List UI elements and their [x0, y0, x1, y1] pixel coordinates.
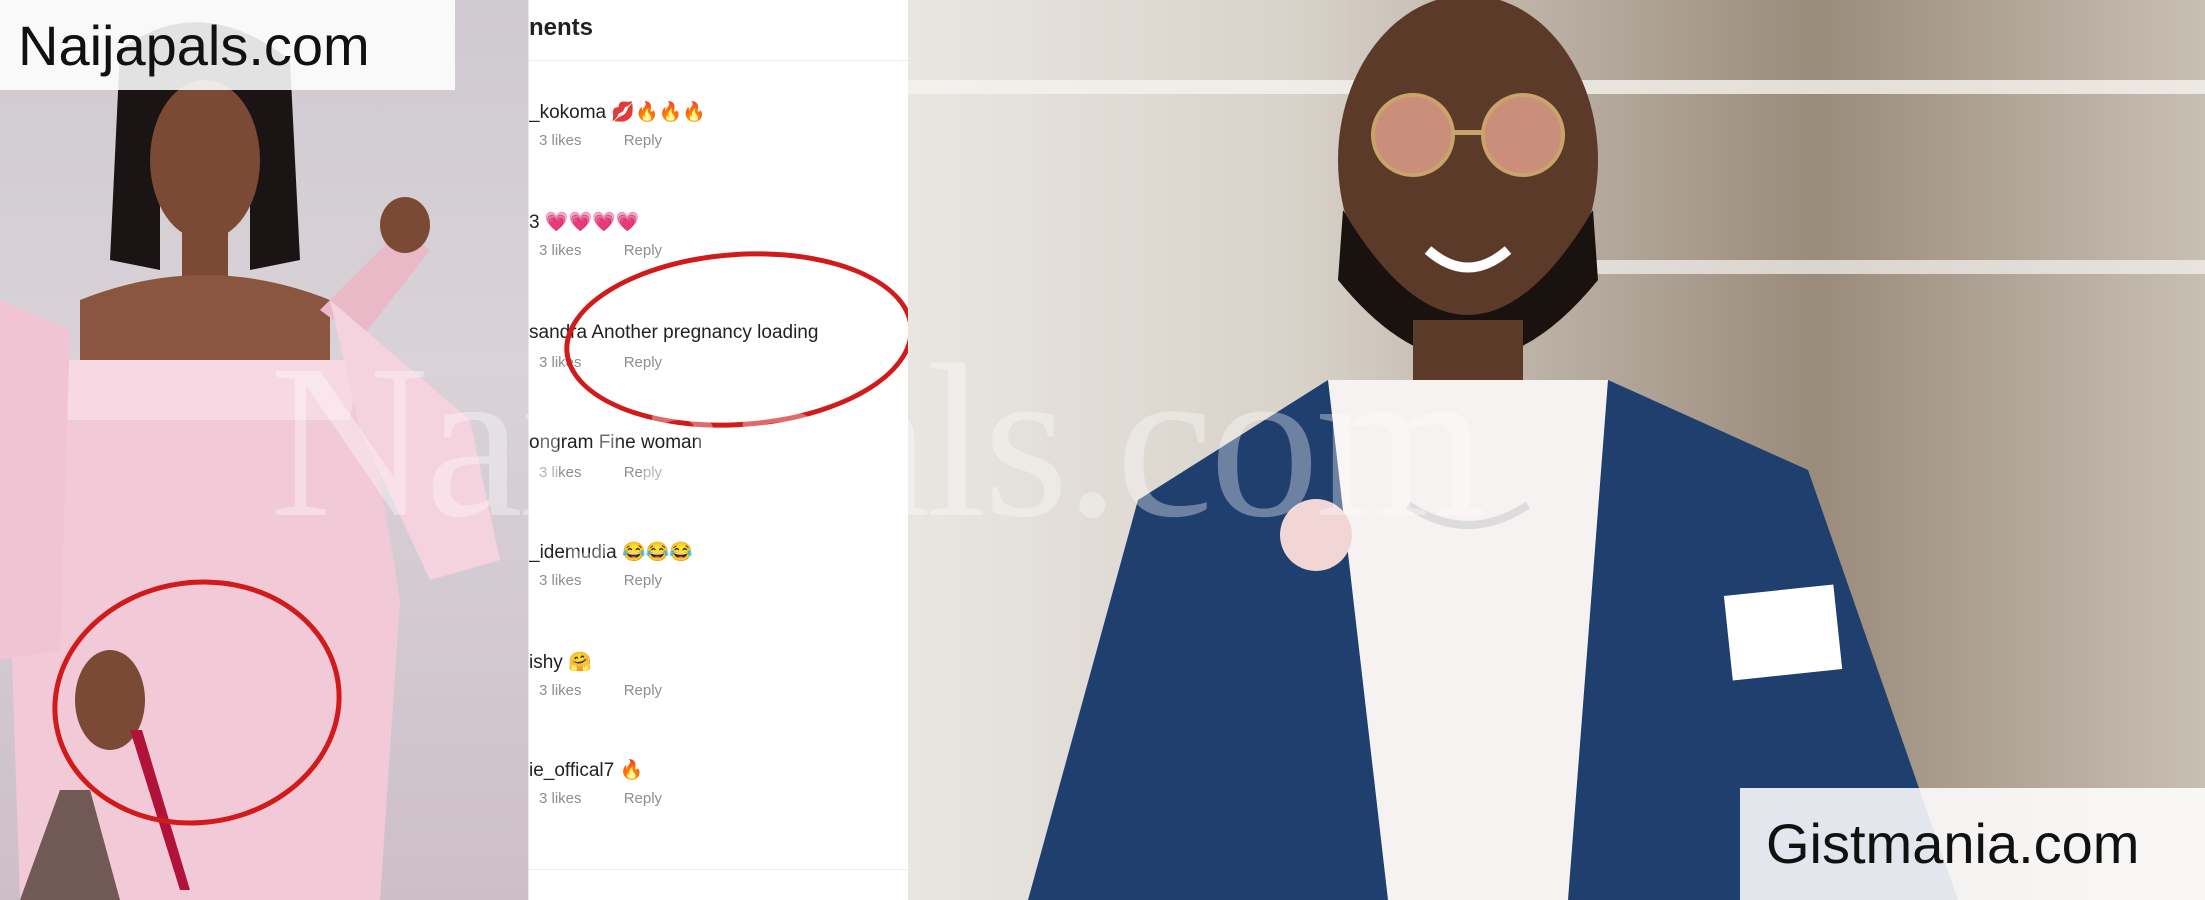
comment-username[interactable]: ongram Fine woman: [529, 432, 702, 453]
likes-count[interactable]: 3 likes: [539, 132, 582, 149]
comment-text: ie_offical7 🔥: [529, 758, 643, 782]
comment-meta: 3 likes Reply: [539, 572, 662, 589]
comment-username[interactable]: _kokoma: [529, 102, 606, 123]
comment-meta: 3 likes Reply: [539, 464, 662, 481]
naijapals-logo-label: Naijapals.com: [0, 0, 455, 90]
comment-row: _kokoma 💋🔥🔥🔥 3 likes Reply: [529, 100, 909, 200]
left-photo-woman-pink-dress: [0, 0, 528, 900]
comment-meta: 3 likes Reply: [539, 242, 662, 259]
likes-count[interactable]: 3 likes: [539, 464, 582, 481]
reply-link[interactable]: Reply: [624, 682, 662, 699]
gistmania-logo-label: Gistmania.com: [1740, 788, 2205, 900]
comments-screenshot: nents _kokoma 💋🔥🔥🔥 3 likes Reply 3 💗💗💗💗 …: [528, 0, 910, 900]
reply-link[interactable]: Reply: [624, 464, 662, 481]
comment-row: _idemudia 😂😂😂 3 likes Reply: [529, 540, 909, 640]
man-illustration: [908, 0, 2205, 900]
right-photo-man-blue-suit: [908, 0, 2205, 900]
comments-header: nents: [529, 0, 909, 61]
likes-count[interactable]: 3 likes: [539, 682, 582, 699]
reply-link[interactable]: Reply: [624, 242, 662, 259]
comment-emoji: 🤗: [568, 652, 592, 673]
comment-text: _kokoma 💋🔥🔥🔥: [529, 100, 706, 124]
likes-count[interactable]: 3 likes: [539, 242, 582, 259]
comment-row: ongram Fine woman 3 likes Reply: [529, 432, 909, 532]
comment-emoji: 💋🔥🔥🔥: [611, 102, 707, 123]
comment-row: ie_offical7 🔥 3 likes Reply: [529, 758, 909, 858]
comment-emoji: 💗💗💗💗: [544, 212, 640, 233]
reply-link[interactable]: Reply: [624, 572, 662, 589]
comment-text: _idemudia 😂😂😂: [529, 540, 693, 564]
comment-emoji: 😂😂😂: [621, 542, 693, 563]
comment-row: ishy 🤗 3 likes Reply: [529, 650, 909, 750]
comment-text: ishy 🤗: [529, 650, 592, 674]
likes-count[interactable]: 3 likes: [539, 572, 582, 589]
comment-text: 3 💗💗💗💗: [529, 210, 640, 234]
comment-text: ongram Fine woman: [529, 432, 702, 454]
reply-link[interactable]: Reply: [624, 790, 662, 807]
likes-count[interactable]: 3 likes: [539, 790, 582, 807]
comments-header-title: nents: [529, 14, 594, 41]
comment-emoji: 🔥: [619, 760, 644, 781]
comment-username[interactable]: ishy: [529, 652, 563, 673]
comment-meta: 3 likes Reply: [539, 682, 662, 699]
reply-link[interactable]: Reply: [624, 132, 662, 149]
comment-username[interactable]: ie_offical7: [529, 760, 614, 781]
emoji-reaction-bar[interactable]: [529, 869, 909, 900]
comment-meta: 3 likes Reply: [539, 132, 662, 149]
comment-username[interactable]: 3: [529, 212, 540, 233]
comment-username[interactable]: _idemudia: [529, 542, 617, 563]
comment-meta: 3 likes Reply: [539, 790, 662, 807]
